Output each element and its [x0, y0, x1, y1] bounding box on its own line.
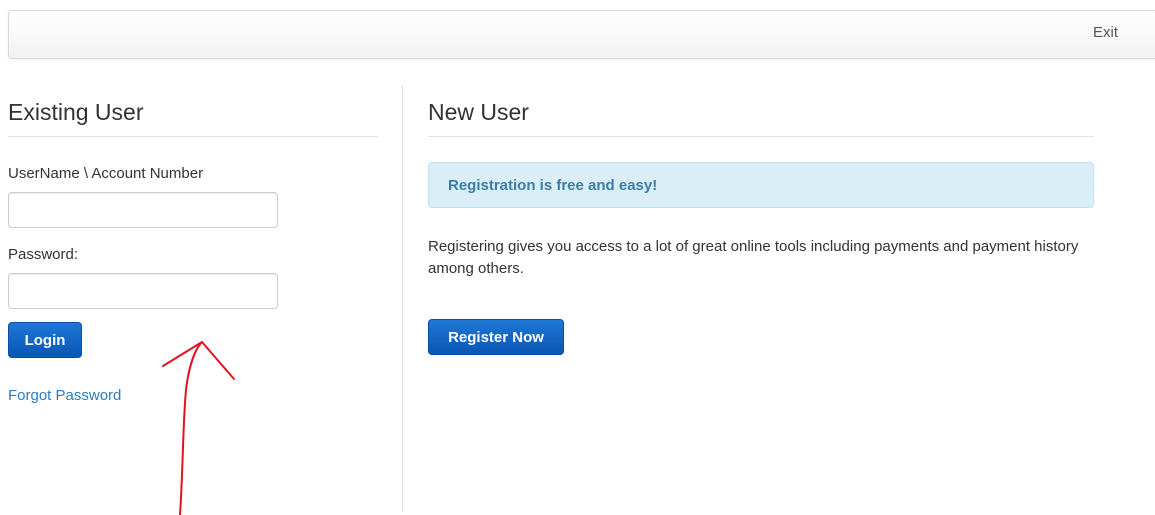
- new-user-panel: New User Registration is free and easy! …: [428, 86, 1094, 355]
- arrow-shaft: [179, 342, 202, 515]
- arrow-head: [162, 341, 235, 380]
- username-input[interactable]: [8, 192, 278, 228]
- new-user-heading: New User: [428, 86, 1094, 137]
- registration-description: Registering gives you access to a lot of…: [428, 238, 1079, 277]
- username-label: UserName \ Account Number: [8, 165, 204, 182]
- column-divider: [402, 86, 403, 512]
- login-page: Exit Existing User UserName \ Account Nu…: [0, 0, 1155, 515]
- login-button[interactable]: Login: [8, 322, 82, 358]
- top-navbar: [8, 10, 1155, 59]
- exit-link[interactable]: Exit: [1093, 24, 1118, 41]
- registration-alert: Registration is free and easy!: [428, 162, 1094, 208]
- password-label: Password:: [8, 246, 79, 263]
- register-now-button[interactable]: Register Now: [428, 319, 564, 355]
- existing-user-panel: Existing User UserName \ Account Number …: [8, 86, 378, 404]
- existing-user-heading: Existing User: [8, 86, 378, 137]
- forgot-password-link[interactable]: Forgot Password: [8, 387, 121, 404]
- password-input[interactable]: [8, 273, 278, 309]
